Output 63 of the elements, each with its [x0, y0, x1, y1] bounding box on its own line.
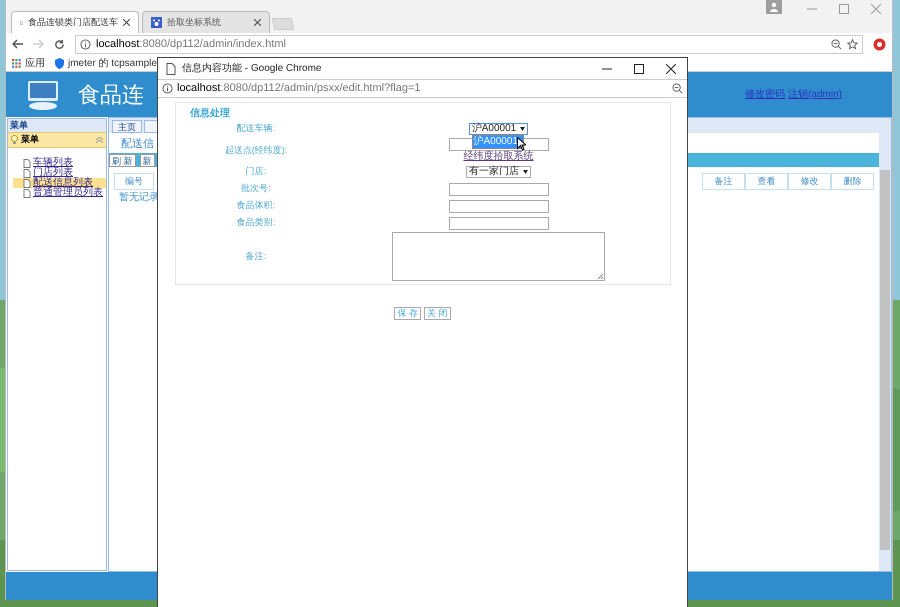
menu-item[interactable]: 普通管理员列表 — [13, 188, 106, 198]
zoom-icon[interactable] — [831, 38, 842, 50]
apps-icon[interactable] — [12, 58, 21, 68]
column-header: 查看 — [745, 173, 788, 190]
menu-item[interactable]: 配送信息列表 — [13, 178, 106, 188]
tab-title: 拾取坐标系统 — [167, 16, 222, 29]
menu-item[interactable]: 门店列表 — [13, 168, 106, 178]
caret-icon — [523, 170, 528, 174]
bookmark-link[interactable]: 应用 — [25, 56, 45, 70]
resize-icon — [598, 274, 603, 279]
field-label: 食品体积: — [236, 199, 276, 212]
close-icon[interactable] — [254, 19, 261, 26]
popup-title: 信息内容功能 - Google Chrome — [182, 62, 322, 76]
menu-group-header[interactable]: 菜单 — [8, 132, 106, 148]
zoom-icon[interactable] — [672, 83, 683, 94]
browser-tab[interactable]: 食品连锁类门店配送车 — [11, 11, 139, 33]
back-icon[interactable] — [12, 39, 23, 49]
browser-tab[interactable]: 拾取坐标系统 — [142, 11, 270, 33]
column-header: 修改 — [788, 173, 831, 190]
field-label: 配送车辆: — [236, 122, 276, 136]
menu-item[interactable]: 车辆列表 — [13, 158, 106, 168]
page-icon — [166, 62, 176, 74]
select-field[interactable]: 有一家门店 — [466, 166, 531, 178]
toolbar-button[interactable]: 刷 新 — [109, 154, 136, 166]
column-header: 编号 — [114, 173, 154, 190]
select-field[interactable]: 沪A00001 — [468, 123, 528, 135]
star-icon[interactable] — [847, 38, 858, 50]
field-label: 门店: — [244, 165, 268, 178]
menu-group-title: 菜单 — [21, 133, 40, 146]
coordinate-link[interactable]: 经纬度拾取系统 — [464, 151, 534, 163]
column-header: 备注 — [702, 173, 745, 190]
bulb-icon — [11, 135, 18, 145]
field-label: 批次号: — [240, 182, 272, 196]
page-tab[interactable]: 主页 — [112, 120, 142, 133]
url-text: localhost:8080/dp112/admin/psxx/edit.html?flag=1 — [177, 81, 422, 96]
field-label: 起送点(经纬度): — [224, 144, 288, 157]
address-bar[interactable]: localhost:8080/dp112/admin/index.html — [75, 34, 863, 54]
reload-icon[interactable] — [54, 38, 65, 50]
caret-icon — [520, 127, 526, 131]
maximize-icon[interactable] — [634, 64, 644, 74]
scrollbar[interactable] — [880, 170, 890, 550]
field-label: 食品类别: — [236, 216, 276, 230]
site-title: 食品连 — [78, 81, 144, 109]
info-icon — [162, 83, 173, 94]
shield-icon — [55, 58, 64, 68]
info-icon — [80, 38, 91, 50]
paw-icon — [151, 17, 162, 28]
column-header: 删除 — [831, 173, 874, 190]
url-text: localhost:8080/dp112/admin/index.html — [96, 36, 287, 52]
section-title: 配送信 — [121, 137, 154, 151]
sidebar-header: 菜单 — [8, 119, 106, 132]
input-field[interactable] — [448, 182, 548, 196]
field-label: 备注: — [244, 250, 268, 263]
close-icon[interactable] — [666, 64, 676, 74]
extension-icon[interactable] — [873, 38, 886, 50]
profile-icon[interactable] — [766, 0, 782, 14]
close-icon[interactable] — [123, 19, 130, 26]
toolbar-button[interactable]: 新 — [140, 154, 155, 166]
tab-title: 食品连锁类门店配送车 — [28, 16, 118, 29]
bookmark-link[interactable]: jmeter 的 tcpsample — [68, 56, 157, 70]
input-field[interactable] — [448, 216, 548, 230]
panel-legend: 信息处理 — [176, 103, 670, 121]
input-field[interactable] — [448, 200, 548, 212]
